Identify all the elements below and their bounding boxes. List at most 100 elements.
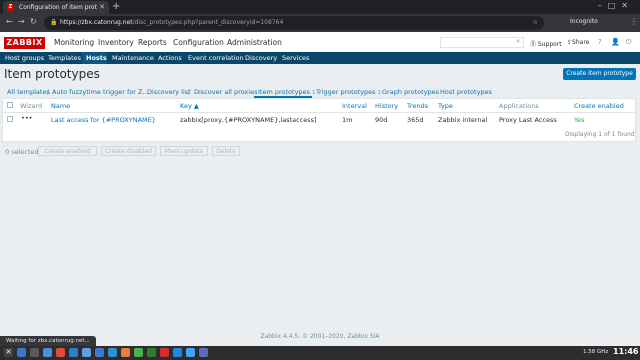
forward-icon[interactable]: → xyxy=(18,17,25,26)
tab-count: 1 xyxy=(377,90,382,96)
selected-count: 0 selected xyxy=(5,148,39,156)
help-icon[interactable]: ? xyxy=(598,38,602,46)
subnav-event-correlation[interactable]: Event correlation xyxy=(188,54,244,62)
back-icon[interactable]: ← xyxy=(6,17,13,26)
breadcrumb-template[interactable]: Auto fuzzytime trigger for Z... xyxy=(52,88,149,96)
tab-count: 1 xyxy=(312,90,316,96)
sign-out-icon[interactable]: ⏻ xyxy=(626,38,632,47)
menu-inventory[interactable]: Inventory xyxy=(98,38,134,47)
app-icon[interactable] xyxy=(69,348,78,357)
row-history: 90d xyxy=(375,116,388,124)
bookmark-star-icon[interactable]: ☆ xyxy=(533,16,538,30)
column-header-interval[interactable]: Interval xyxy=(342,102,367,110)
window-controls[interactable]: –□✕ xyxy=(598,1,634,10)
subnav-services[interactable]: Services xyxy=(282,54,309,62)
row-applications: Proxy Last Access xyxy=(499,116,557,124)
terminal-app-icon[interactable] xyxy=(30,348,39,357)
breadcrumb-separator: / xyxy=(47,88,50,96)
breadcrumb-discovery-rule[interactable]: Discover all proxies xyxy=(194,88,257,96)
create-item-prototype-button[interactable]: Create item prototype xyxy=(563,68,636,80)
tab-trigger-prototypes[interactable]: Trigger prototypes 1 xyxy=(316,88,381,96)
support-label: Support xyxy=(537,41,562,48)
create-disabled-button[interactable]: Create disabled xyxy=(101,146,156,156)
tab-title: Configuration of item prot xyxy=(19,4,97,11)
displaying-count: Displaying 1 of 1 found xyxy=(565,131,635,138)
menu-configuration[interactable]: Configuration xyxy=(173,38,224,47)
row-trends: 365d xyxy=(407,116,424,124)
mass-update-button[interactable]: Mass update xyxy=(160,146,208,156)
app-icon[interactable] xyxy=(134,348,143,357)
start-menu-icon[interactable]: ✕ xyxy=(4,348,13,357)
incognito-label: Incognito xyxy=(570,18,598,25)
subnav-hosts[interactable]: Hosts xyxy=(86,54,107,62)
app-icon[interactable] xyxy=(147,348,156,357)
search-icon[interactable]: ⌕ xyxy=(516,37,520,46)
app-icon[interactable] xyxy=(56,348,65,357)
delete-button[interactable]: Delete xyxy=(212,146,240,156)
user-profile-icon[interactable]: 👤 xyxy=(611,38,620,46)
column-header-wizard: Wizard xyxy=(20,102,43,110)
zabbix-favicon: Z xyxy=(7,4,14,11)
url-path: /disc_prototypes.php?parent_discoveryid=… xyxy=(132,19,284,26)
header-divider xyxy=(3,112,635,113)
column-header-type[interactable]: Type xyxy=(438,102,453,110)
app-icon[interactable] xyxy=(199,348,208,357)
zabbix-logo[interactable]: ZABBIX xyxy=(4,37,45,49)
select-all-checkbox[interactable] xyxy=(7,102,13,108)
tab-host-prototypes[interactable]: Host prototypes xyxy=(440,88,492,96)
share-label: Share xyxy=(572,39,590,46)
subnav-actions[interactable]: Actions xyxy=(158,54,182,62)
app-icon[interactable] xyxy=(160,348,169,357)
column-header-name[interactable]: Name xyxy=(51,102,70,110)
app-icon[interactable] xyxy=(173,348,182,357)
page-title: Item prototypes xyxy=(4,67,100,81)
new-tab-icon[interactable]: + xyxy=(112,1,120,13)
subnav-host-groups[interactable]: Host groups xyxy=(5,54,44,62)
subnav-templates[interactable]: Templates xyxy=(48,54,81,62)
browser-tab[interactable]: Z Configuration of item prot ✕ xyxy=(3,1,109,14)
row-checkbox[interactable] xyxy=(7,116,13,122)
url-host: https://zbx.catonrug.net xyxy=(60,19,133,26)
column-header-key[interactable]: Key ▲ xyxy=(180,102,199,110)
global-search-input[interactable]: ⌕ xyxy=(440,37,524,48)
menu-reports[interactable]: Reports xyxy=(138,38,167,47)
breadcrumb-discovery-list[interactable]: Discovery list xyxy=(147,88,191,96)
taskbar-clock[interactable]: 11:46 xyxy=(613,347,638,356)
row-interval: 1m xyxy=(342,116,353,124)
app-icon[interactable] xyxy=(108,348,117,357)
menu-monitoring[interactable]: Monitoring xyxy=(54,38,94,47)
app-icon[interactable] xyxy=(121,348,130,357)
address-bar-row: ← → ↻ 🔒 https://zbx.catonrug.net/disc_pr… xyxy=(0,14,640,32)
row-type: Zabbix internal xyxy=(438,116,488,124)
subnav-discovery[interactable]: Discovery xyxy=(245,54,277,62)
lock-icon: 🔒 xyxy=(50,19,58,26)
column-header-trends[interactable]: Trends xyxy=(407,102,428,110)
tab-item-prototypes[interactable]: Item prototypes 1 xyxy=(258,88,316,96)
app-icon[interactable] xyxy=(95,348,104,357)
row-key: zabbix[proxy,{#PROXYNAME},lastaccess] xyxy=(180,116,317,124)
row-name-link[interactable]: Last access for {#PROXYNAME} xyxy=(51,116,156,124)
url-field[interactable]: 🔒 https://zbx.catonrug.net/disc_prototyp… xyxy=(44,16,544,30)
tab-graph-prototypes[interactable]: Graph prototypes xyxy=(382,88,439,96)
close-tab-icon[interactable]: ✕ xyxy=(99,1,105,14)
wizard-menu-icon[interactable]: ••• xyxy=(21,114,33,122)
column-header-applications: Applications xyxy=(499,102,539,110)
row-create-enabled-toggle[interactable]: Yes xyxy=(574,116,585,124)
share-link[interactable]: ⇪Share xyxy=(567,39,589,46)
files-app-icon[interactable] xyxy=(17,348,26,357)
tab-label: Item prototypes xyxy=(258,88,310,96)
browser-status-bubble: Waiting for zbx.catonrug.net... xyxy=(0,336,96,346)
create-enabled-button[interactable]: Create enabled xyxy=(38,146,97,156)
app-icon[interactable] xyxy=(82,348,91,357)
column-header-history[interactable]: History xyxy=(375,102,398,110)
menu-administration[interactable]: Administration xyxy=(227,38,282,47)
support-link[interactable]: Ⓢ Support xyxy=(530,39,562,48)
page-footer: Zabbix 4.4.5. © 2001–2020, Zabbix SIA xyxy=(260,333,380,340)
browser-menu-icon[interactable]: ⋮ xyxy=(630,17,638,26)
breadcrumb-all-templates[interactable]: All templates xyxy=(7,88,50,96)
app-icon[interactable] xyxy=(186,348,195,357)
file-manager-icon[interactable] xyxy=(43,348,52,357)
reload-icon[interactable]: ↻ xyxy=(30,17,37,26)
column-header-create-enabled[interactable]: Create enabled xyxy=(574,102,624,110)
subnav-maintenance[interactable]: Maintenance xyxy=(112,54,154,62)
